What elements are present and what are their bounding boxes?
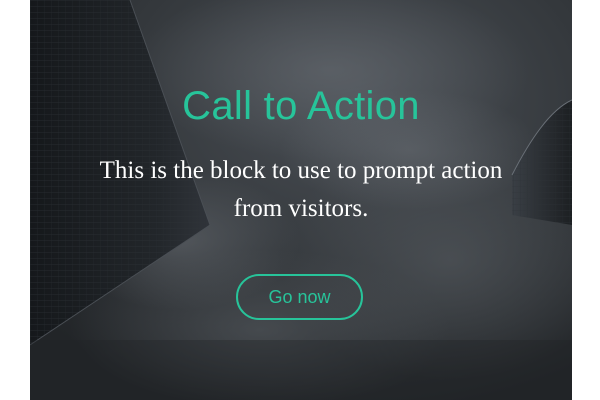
cta-content: Call to Action This is the block to use … (30, 0, 572, 400)
cta-title: Call to Action (182, 84, 420, 128)
go-now-button[interactable]: Go now (236, 274, 363, 320)
cta-section: Call to Action This is the block to use … (30, 0, 572, 400)
cta-text: This is the block to use to prompt actio… (99, 157, 503, 222)
